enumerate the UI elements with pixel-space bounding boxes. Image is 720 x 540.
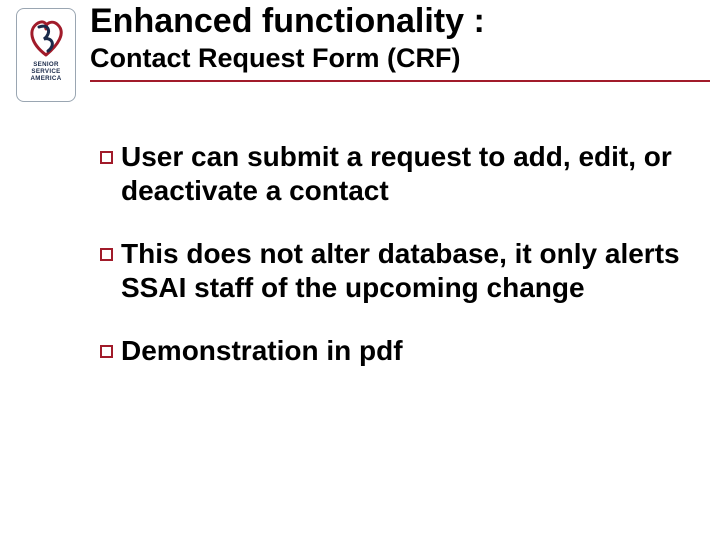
- slide: SENIOR SERVICE AMERICA Enhanced function…: [0, 0, 720, 540]
- list-item: This does not alter database, it only al…: [100, 237, 680, 304]
- slide-subtitle: Contact Request Form (CRF): [90, 43, 700, 74]
- slide-title: Enhanced functionality :: [90, 2, 700, 41]
- list-item: User can submit a request to add, edit, …: [100, 140, 680, 207]
- bullet-text: This does not alter database, it only al…: [121, 237, 680, 304]
- square-bullet-icon: [100, 151, 113, 164]
- heart-s-icon: [24, 15, 68, 59]
- list-item: Demonstration in pdf: [100, 334, 680, 368]
- slide-header: Enhanced functionality : Contact Request…: [90, 2, 700, 82]
- square-bullet-icon: [100, 345, 113, 358]
- logo-line3: AMERICA: [31, 76, 62, 83]
- square-bullet-icon: [100, 248, 113, 261]
- org-logo: SENIOR SERVICE AMERICA: [16, 8, 76, 102]
- header-rule: [90, 80, 710, 82]
- slide-content: User can submit a request to add, edit, …: [100, 140, 680, 398]
- bullet-text: User can submit a request to add, edit, …: [121, 140, 680, 207]
- logo-text: SENIOR SERVICE AMERICA: [31, 62, 62, 82]
- bullet-text: Demonstration in pdf: [121, 334, 403, 368]
